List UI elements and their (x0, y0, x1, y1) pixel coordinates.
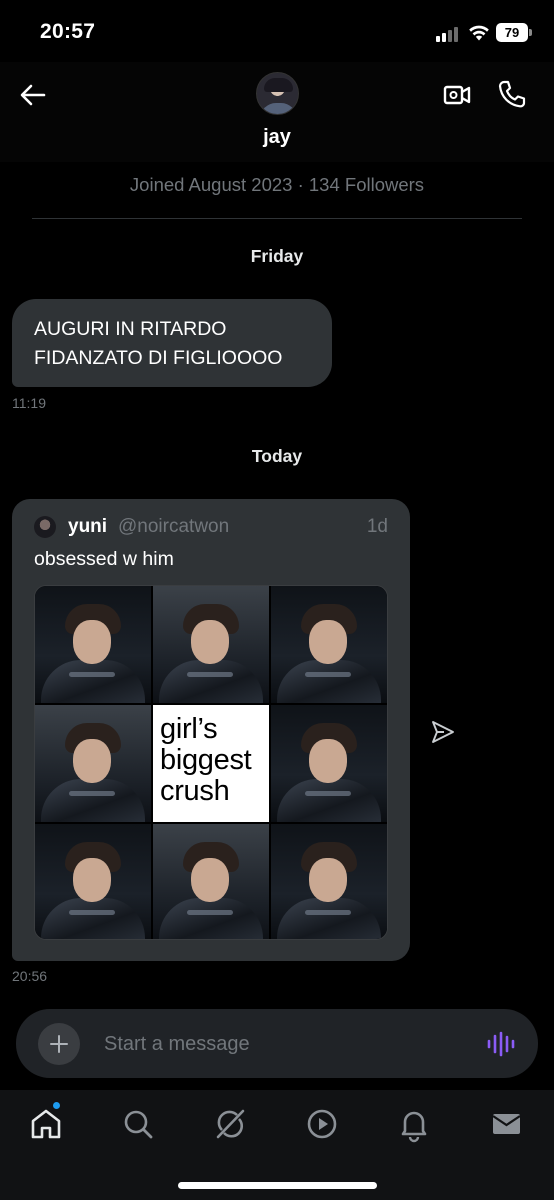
home-icon[interactable] (26, 1104, 66, 1144)
battery-icon: 79 (496, 23, 532, 42)
day-separator: Friday (250, 246, 304, 266)
message-time: 11:19 (12, 395, 46, 411)
grok-icon[interactable] (210, 1104, 250, 1144)
status-bar: 20:57 79 (0, 0, 554, 62)
post-author-handle[interactable]: @noircatwon (118, 516, 229, 538)
photo-tile (271, 824, 387, 939)
photo-tile (35, 824, 151, 939)
photo-tile (271, 586, 387, 703)
wifi-icon (469, 25, 489, 41)
video-call-icon[interactable] (442, 80, 472, 110)
message-input[interactable] (104, 1025, 464, 1063)
plus-icon[interactable] (38, 1023, 80, 1065)
share-arrow-icon[interactable] (430, 719, 456, 745)
contact-name[interactable]: jay (0, 126, 554, 149)
message-composer (16, 1009, 538, 1078)
avatar[interactable] (256, 72, 299, 115)
bell-icon[interactable] (394, 1104, 434, 1144)
photo-tile (153, 824, 269, 939)
joined-info: Joined August 2023 · 134 Followers (129, 174, 425, 195)
play-icon[interactable] (302, 1104, 342, 1144)
voice-waveform-icon[interactable] (486, 1030, 516, 1058)
divider (32, 218, 522, 219)
mail-icon[interactable] (486, 1104, 526, 1144)
message-bubble[interactable]: AUGURI IN RITARDO FIDANZATO DI FIGLIOOOO (12, 299, 332, 387)
post-age: 1d (366, 516, 388, 537)
shared-post-card[interactable]: yuni @noircatwon 1d obsessed w him girl’… (12, 499, 410, 961)
battery-level: 79 (496, 23, 528, 42)
search-icon[interactable] (118, 1104, 158, 1144)
photo-tile (35, 705, 151, 822)
photo-grid: girl’s biggest crush (35, 586, 387, 939)
status-time: 20:57 (40, 20, 96, 43)
post-author-name[interactable]: yuni (68, 516, 107, 538)
conversation-header: jay (0, 62, 554, 162)
arrow-left-icon[interactable] (16, 78, 50, 112)
notification-badge (53, 1102, 60, 1109)
message-time: 20:56 (12, 968, 48, 984)
home-indicator (178, 1182, 377, 1189)
post-media[interactable]: girl’s biggest crush (34, 585, 388, 940)
photo-tile (35, 586, 151, 703)
bottom-navigation (0, 1090, 554, 1200)
photo-tile (153, 586, 269, 703)
post-author-avatar[interactable] (34, 516, 56, 538)
cellular-signal-icon (436, 26, 462, 42)
day-separator: Today (251, 446, 303, 466)
media-caption: girl’s biggest crush (153, 705, 269, 822)
photo-tile (271, 705, 387, 822)
phone-icon[interactable] (496, 78, 526, 110)
post-text: obsessed w him (34, 548, 174, 570)
